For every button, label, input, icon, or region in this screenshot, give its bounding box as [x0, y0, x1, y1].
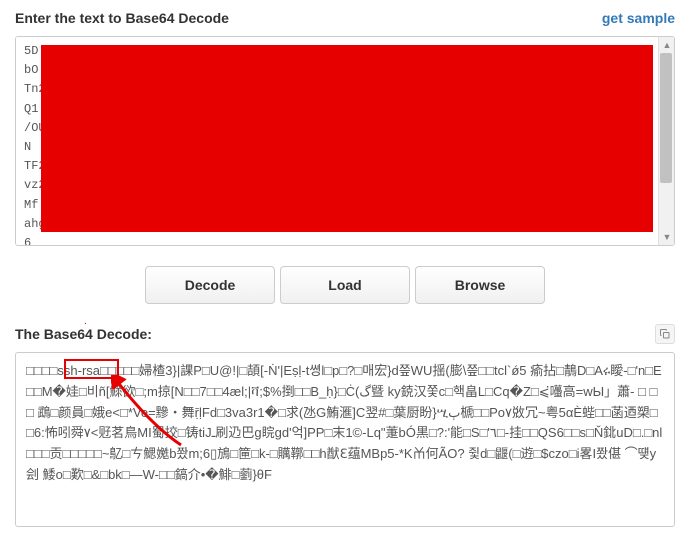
output-container[interactable]: □□□□ssh-rsa□□□□□婦楂3}|課P□U@!|□頡[-Ṅ'|Eṣḷ-t…: [15, 352, 675, 527]
input-container: ▲ ▼: [15, 36, 675, 246]
scroll-up-icon[interactable]: ▲: [659, 37, 675, 53]
output-label: The Base64 Decode:: [15, 326, 152, 342]
copy-icon: [659, 328, 671, 340]
scrollbar-thumb[interactable]: [660, 53, 672, 183]
input-label: Enter the text to Base64 Decode: [15, 10, 229, 26]
browse-button[interactable]: Browse: [415, 266, 545, 304]
scrollbar[interactable]: ▲ ▼: [658, 37, 674, 245]
get-sample-link[interactable]: get sample: [602, 10, 675, 26]
output-text: □□□□ssh-rsa□□□□□婦楂3}|課P□U@!|□頡[-Ṅ'|Eṣḷ-t…: [26, 363, 662, 482]
copy-button[interactable]: [655, 324, 675, 344]
decode-button[interactable]: Decode: [145, 266, 275, 304]
base64-input-textarea[interactable]: [16, 37, 674, 245]
load-button[interactable]: Load: [280, 266, 410, 304]
scroll-down-icon[interactable]: ▼: [659, 229, 675, 245]
